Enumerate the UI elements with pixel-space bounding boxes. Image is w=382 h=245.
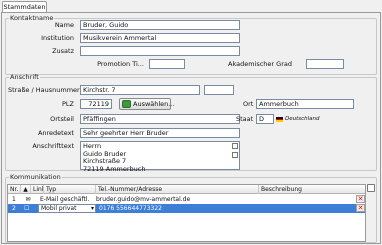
anschrifttext-label: Anschrifttext xyxy=(32,142,74,150)
plz-search-icon xyxy=(122,100,131,108)
anschrift-legend: Anschrift xyxy=(10,73,39,81)
email-icon: ✉ xyxy=(25,196,31,203)
name-field[interactable]: Bruder, Guido xyxy=(80,20,240,30)
akademischer-grad-field[interactable] xyxy=(306,59,344,69)
hausnummer-field[interactable] xyxy=(204,85,234,95)
institution-field[interactable]: Musikverein Ammertal xyxy=(80,33,240,43)
kommunikation-table: Nr. ▲ Link Typ Tel.-Nummer/Adresse Besch… xyxy=(7,184,366,242)
textarea-scroll-button[interactable] xyxy=(232,152,238,158)
textarea-scroll-button[interactable] xyxy=(232,143,238,149)
auswaehlen-button[interactable]: Auswählen... xyxy=(119,98,175,110)
anredetext-label: Anredetext xyxy=(37,129,74,137)
ort-label: Ort xyxy=(243,100,254,108)
column-chooser-icon[interactable] xyxy=(367,184,375,192)
anschrifttext-area[interactable]: Herrn Guido Bruder Kirchstraße 7 72119 A… xyxy=(80,141,240,172)
delete-row-icon[interactable]: ✕ xyxy=(356,204,365,212)
link-checkbox[interactable]: ☐ xyxy=(24,204,32,213)
row-typ[interactable]: E-Mail geschäftl. xyxy=(38,195,96,204)
ortsteil-field[interactable]: Pfäffingen xyxy=(80,114,240,124)
staat-name: Deutschland xyxy=(285,116,320,122)
promotion-title-field[interactable] xyxy=(149,59,185,69)
col-link[interactable]: Link xyxy=(31,185,44,194)
zusatz-label: Zusatz xyxy=(52,47,74,55)
anredetext-field[interactable]: Sehr geehrter Herr Bruder xyxy=(80,128,240,138)
staat-label: Staat xyxy=(236,115,254,123)
row-nr: 1 xyxy=(12,196,16,203)
row-typ: Mobil privat xyxy=(41,205,77,212)
table-row[interactable]: 1 ✉ E-Mail geschäftl. bruder.guido@mv-am… xyxy=(8,195,365,204)
germany-flag-icon xyxy=(276,117,283,122)
institution-label: Institution xyxy=(41,34,74,42)
ort-field[interactable]: Ammerbuch xyxy=(256,99,354,109)
akademischer-grad-label: Akademischer Grad xyxy=(228,60,292,68)
chevron-down-icon: ▾ xyxy=(90,205,94,212)
auswaehlen-label: Auswählen... xyxy=(133,100,175,108)
table-header: Nr. ▲ Link Typ Tel.-Nummer/Adresse Besch… xyxy=(8,185,365,194)
ortsteil-label: Ortsteil xyxy=(50,115,74,123)
col-adresse[interactable]: Tel.-Nummer/Adresse xyxy=(96,185,259,194)
row-beschreibung[interactable] xyxy=(259,204,359,213)
table-row[interactable]: 2 ☐ Mobil privat ▾ 0176 556644773322 xyxy=(8,204,365,213)
sort-arrow-icon[interactable]: ▲ xyxy=(21,185,31,194)
col-typ[interactable]: Typ xyxy=(44,185,96,194)
delete-row-icon[interactable]: ✕ xyxy=(356,195,365,203)
row-nr: 2 xyxy=(12,205,16,212)
strasse-field[interactable]: Kirchstr. 7 xyxy=(80,85,200,95)
plz-field[interactable]: 72119 xyxy=(80,99,112,109)
col-nr[interactable]: Nr. xyxy=(8,185,21,194)
row-beschreibung[interactable] xyxy=(259,195,359,204)
name-label: Name xyxy=(54,21,74,29)
row-typ-dropdown[interactable]: Mobil privat ▾ xyxy=(38,204,96,213)
row-adresse[interactable]: bruder.guido@mv-ammertal.de xyxy=(94,195,257,204)
row-adresse[interactable]: 0176 556644773322 xyxy=(97,204,260,213)
kommunikation-legend: Kommunikation xyxy=(10,173,61,181)
staat-field[interactable]: D xyxy=(256,114,274,124)
col-beschreibung[interactable]: Beschreibung xyxy=(259,185,367,194)
plz-label: PLZ xyxy=(62,100,74,108)
promotion-title-label: Promotion Ti... xyxy=(97,60,144,68)
strasse-hausnummer-label: Straße / Hausnummer xyxy=(8,86,80,94)
zusatz-field[interactable] xyxy=(80,46,240,56)
